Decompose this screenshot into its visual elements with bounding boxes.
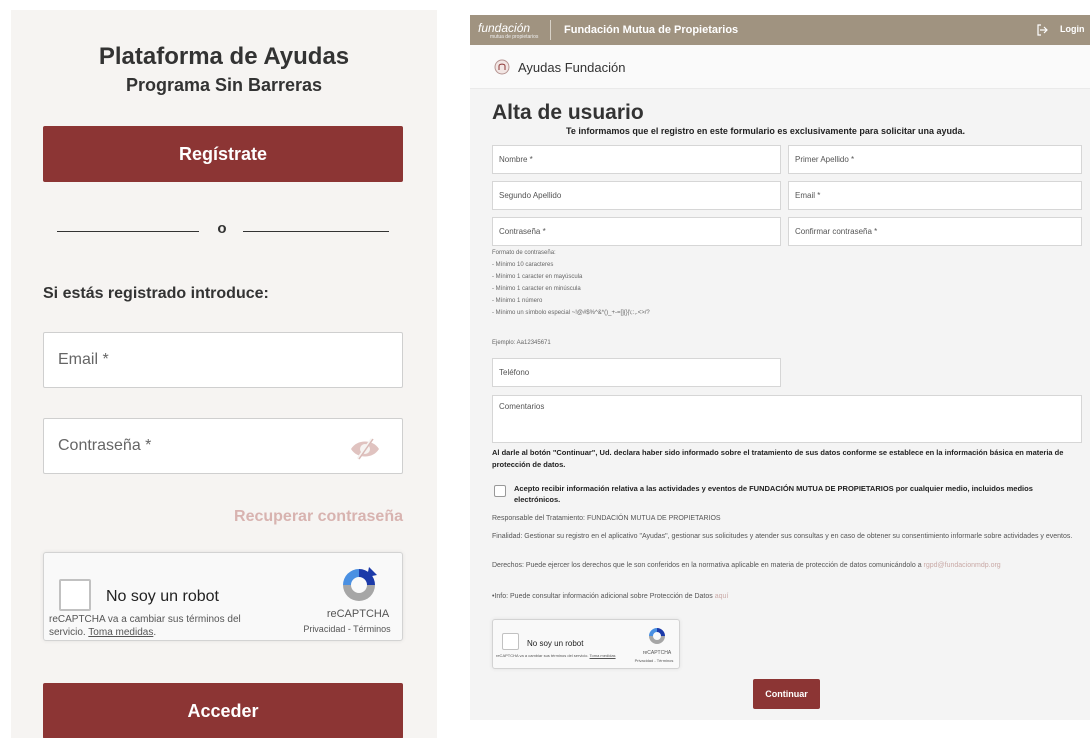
password-rules: Formato de contraseña: - Mínimo 10 carac… [492,247,650,319]
divider-line-right [243,231,389,232]
password-rule: - Mínimo 1 caracter en minúscula [492,286,581,292]
recaptcha-widget: No soy un robot reCAPTCHA va a cambiar s… [492,619,680,669]
screen: Plataforma de Ayudas Programa Sin Barrer… [0,0,1090,738]
password-rule: - Mínimo un símbolo especial ~!@#$%^&*()… [492,310,650,316]
recaptcha-links[interactable]: Privacidad - Términos [627,658,681,663]
recaptcha-checkbox[interactable] [502,633,519,650]
password-rule: - Mínimo 10 caracteres [492,262,554,268]
recaptcha-brand: reCAPTCHA [326,608,390,620]
recaptcha-links[interactable]: Privacidad - Términos [292,624,402,634]
sub-header-title: Ayudas Fundación [518,60,626,75]
header-divider [550,20,551,40]
email-field[interactable] [788,181,1082,210]
register-button[interactable]: Regístrate [43,126,403,182]
recaptcha-label: No soy un robot [527,639,584,648]
logo-subtitle: mutua de propietarios [490,34,539,40]
email-input[interactable] [43,332,403,388]
eye-slash-icon[interactable] [349,437,381,461]
confirm-password-input[interactable] [788,217,1082,246]
recaptcha-logo-icon [649,628,665,644]
password-rule: - Mínimo 1 número [492,298,543,304]
legal-info: •Info: Puede consultar información adici… [492,593,729,600]
legal-derechos: Derechos: Puede ejercer los derechos que… [492,562,1001,569]
recover-password-link[interactable]: Recuperar contraseña [234,508,403,526]
recaptcha-widget: No soy un robot reCAPTCHA va a cambiar s… [43,552,403,641]
access-button[interactable]: Acceder [43,683,403,738]
legal-responsable: Responsable del Tratamiento: FUNDACIÓN M… [492,515,721,522]
primer-apellido-input[interactable] [788,145,1082,174]
login-link[interactable]: Login [1060,24,1085,34]
continue-button[interactable]: Continuar [753,679,820,709]
divider-or: o [217,220,227,237]
page-title: Plataforma de Ayudas [98,43,350,70]
telefono-input[interactable] [492,358,781,387]
legal-notice: Al darle al botón "Continuar", Ud. decla… [492,448,1064,469]
recaptcha-checkbox[interactable] [59,579,91,611]
home-circle-icon [494,59,510,75]
page-subtitle: Programa Sin Barreras [125,75,323,95]
recaptcha-label: No soy un robot [106,588,219,605]
consent-checkbox[interactable] [494,485,506,497]
consent-label: Acepto recibir información relativa a la… [514,484,1033,504]
recaptcha-logo-icon [343,567,377,601]
logo[interactable]: fundación [478,21,530,35]
logout-arrow-icon[interactable] [1036,24,1048,36]
form-info: Te informamos que el registro en este fo… [566,126,965,136]
recaptcha-notice-link[interactable]: Toma medidas [590,653,616,658]
rgpd-email-link[interactable]: rgpd@fundacionmdp.org [924,562,1001,569]
register-password-input[interactable] [492,217,781,246]
comentarios-textarea[interactable] [492,395,1082,443]
divider-line-left [57,231,199,232]
password-rules-title: Formato de contraseña: [492,250,556,256]
recaptcha-notice-link[interactable]: Toma medidas [88,627,153,638]
recaptcha-notice: reCAPTCHA va a cambiar sus términos del … [496,653,616,658]
login-prompt: Si estás registrado introduce: [43,285,269,302]
sub-header: Ayudas Fundación [470,45,1090,89]
register-panel: fundación mutua de propietarios Fundació… [470,15,1090,720]
nombre-input[interactable] [492,145,781,174]
header-title: Fundación Mutua de Propietarios [564,24,739,36]
top-header: fundación mutua de propietarios Fundació… [470,15,1090,45]
info-link[interactable]: aquí [715,593,729,600]
password-rule: - Mínimo 1 caracter en mayúscula [492,274,583,280]
segundo-apellido-input[interactable] [492,181,781,210]
login-panel: Plataforma de Ayudas Programa Sin Barrer… [11,10,437,738]
recaptcha-brand: reCAPTCHA [642,650,672,656]
recaptcha-notice: reCAPTCHA va a cambiar sus términos del … [49,614,241,638]
password-example: Ejemplo: Aa12345671 [492,340,551,346]
legal-finalidad: Finalidad: Gestionar su registro en el a… [492,533,1073,540]
form-title: Alta de usuario [492,101,644,124]
